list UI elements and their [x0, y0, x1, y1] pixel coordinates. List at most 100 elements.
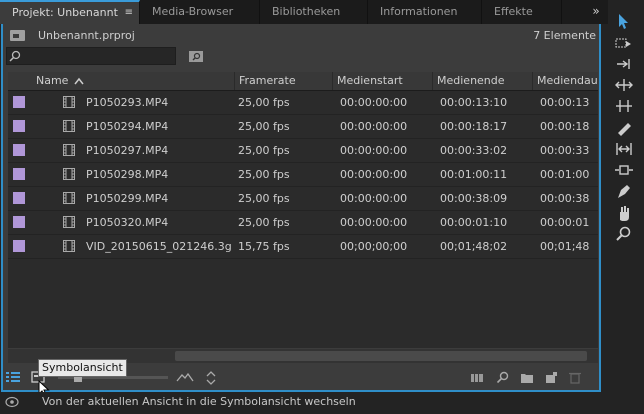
column-framerate-label: Framerate [239, 74, 296, 87]
column-header-media-start[interactable]: Medienstart [332, 72, 432, 90]
cell-name[interactable]: P1050297.MP4 [86, 139, 231, 162]
film-clip-icon [63, 120, 75, 132]
cell-name[interactable]: P1050298.MP4 [86, 163, 231, 186]
project-file-icon [10, 30, 25, 41]
tab-media-browser-label: Media-Browser [152, 5, 234, 18]
cell-media-end: 00:00:01:10 [440, 216, 508, 229]
cell-name[interactable]: P1050299.MP4 [86, 187, 231, 210]
tab-overflow-icon[interactable]: » [586, 0, 606, 24]
cell-framerate: 25,00 fps [238, 96, 290, 109]
cell-name[interactable]: P1050320.MP4 [86, 211, 231, 234]
tab-media-browser[interactable]: Media-Browser [140, 0, 260, 24]
cell-media-end: 00:00:13:10 [440, 96, 508, 109]
film-clip-icon [63, 96, 75, 108]
tooltip: Symbolansicht [38, 359, 127, 377]
cell-media-duration: 00:01:00 [540, 168, 590, 181]
zoom-large-icon[interactable] [176, 372, 194, 382]
tab-project[interactable]: Projekt: Unbenannt ≡ [0, 0, 140, 24]
new-search-bin-icon[interactable] [188, 49, 204, 63]
tab-info[interactable]: Informationen [368, 0, 482, 24]
cell-media-duration: 00:00:13 [540, 96, 590, 109]
column-header-media-duration[interactable]: Mediendauer [532, 72, 598, 90]
cell-media-duration: 00:00:33 [540, 144, 590, 157]
label-color-swatch[interactable] [13, 120, 25, 132]
status-info-icon [5, 396, 19, 408]
cell-framerate: 25,00 fps [238, 192, 290, 205]
cell-name[interactable]: VID_20150615_021246.3gp [86, 235, 231, 258]
label-color-swatch[interactable] [13, 96, 25, 108]
tab-info-label: Informationen [380, 5, 458, 18]
film-clip-icon [63, 168, 75, 180]
trash-icon[interactable] [568, 371, 582, 384]
project-file-name: Unbenannt.prproj [38, 29, 135, 42]
rate-stretch-tool-icon[interactable] [614, 97, 634, 115]
column-media-end-label: Medienende [437, 74, 505, 87]
scrollbar-thumb[interactable] [175, 351, 587, 361]
cell-media-start: 00:00:00:00 [340, 96, 408, 109]
column-media-start-label: Medienstart [337, 74, 403, 87]
cell-name[interactable]: P1050294.MP4 [86, 115, 231, 138]
tab-project-label: Projekt: Unbenannt [12, 6, 118, 19]
track-select-tool-icon[interactable] [614, 33, 634, 51]
cell-media-end: 00:00:38:09 [440, 192, 508, 205]
film-clip-icon [63, 240, 75, 252]
column-header-name[interactable]: Name [32, 72, 234, 90]
tab-libraries-label: Bibliotheken [272, 5, 341, 18]
cell-media-start: 00;00;00;00 [340, 240, 408, 253]
label-color-swatch[interactable] [13, 168, 25, 180]
cell-media-duration: 00;01;48 [540, 240, 590, 253]
tab-effects[interactable]: Effekte [482, 0, 562, 24]
table-row[interactable]: P1050299.MP4 25,00 fps 00:00:00:00 00:00:38… [8, 187, 598, 211]
table-row[interactable]: P1050294.MP4 25,00 fps 00:00:00:00 00:00:18… [8, 115, 598, 139]
film-clip-icon [63, 216, 75, 228]
tab-effects-label: Effekte [494, 5, 533, 18]
cell-media-start: 00:00:00:00 [340, 192, 408, 205]
new-bin-icon[interactable] [520, 371, 534, 384]
razor-tool-icon[interactable] [614, 119, 634, 137]
label-color-swatch[interactable] [13, 192, 25, 204]
pen-tool-icon[interactable] [614, 182, 634, 200]
film-clip-icon [63, 144, 75, 156]
zoom-tool-icon[interactable] [614, 225, 634, 243]
new-item-icon[interactable] [544, 371, 558, 384]
ripple-edit-tool-icon[interactable] [614, 55, 634, 73]
tab-libraries[interactable]: Bibliotheken [260, 0, 368, 24]
cell-media-duration: 00:00:18 [540, 120, 590, 133]
cell-name[interactable]: P1050293.MP4 [86, 91, 231, 114]
cell-media-duration: 00:00:38 [540, 192, 590, 205]
film-clip-icon [63, 192, 75, 204]
hand-tool-icon[interactable] [614, 204, 634, 222]
search-icon [9, 50, 21, 62]
cell-framerate: 25,00 fps [238, 168, 290, 181]
cell-media-end: 00:01:00:11 [440, 168, 508, 181]
slip-tool-icon[interactable] [614, 140, 634, 158]
sort-icons-icon[interactable] [206, 371, 216, 385]
selection-tool-icon[interactable] [614, 12, 634, 30]
cell-framerate: 25,00 fps [238, 120, 290, 133]
table-row[interactable]: P1050293.MP4 25,00 fps 00:00:00:00 00:00:13… [8, 91, 598, 115]
column-header-media-end[interactable]: Medienende [432, 72, 532, 90]
label-color-swatch[interactable] [13, 216, 25, 228]
panel-menu-icon[interactable]: ≡ [125, 2, 133, 23]
find-icon[interactable] [496, 371, 510, 384]
table-row[interactable]: P1050320.MP4 25,00 fps 00:00:00:00 00:00:01… [8, 211, 598, 235]
rolling-edit-tool-icon[interactable] [614, 76, 634, 94]
slide-tool-icon[interactable] [614, 161, 634, 179]
column-header-framerate[interactable]: Framerate [234, 72, 332, 90]
label-color-swatch[interactable] [13, 240, 25, 252]
cell-framerate: 15,75 fps [238, 240, 290, 253]
cell-framerate: 25,00 fps [238, 216, 290, 229]
table-row[interactable]: P1050298.MP4 25,00 fps 00:00:00:00 00:01:00… [8, 163, 598, 187]
list-view-icon[interactable] [5, 370, 21, 384]
column-name-label: Name [36, 74, 69, 87]
panel-tab-bar: Projekt: Unbenannt ≡ Media-Browser Bibli… [0, 0, 608, 24]
automate-to-sequence-icon[interactable] [470, 371, 484, 384]
table-row[interactable]: P1050297.MP4 25,00 fps 00:00:00:00 00:00:33… [8, 139, 598, 163]
label-color-swatch[interactable] [13, 144, 25, 156]
cell-media-end: 00:00:18:17 [440, 120, 508, 133]
item-count: 7 Elemente [533, 29, 596, 42]
search-input[interactable] [6, 47, 176, 65]
cell-media-end: 00;01;48;02 [440, 240, 508, 253]
table-row[interactable]: VID_20150615_021246.3gp 15,75 fps 00;00;00… [8, 235, 598, 259]
cell-media-start: 00:00:00:00 [340, 168, 408, 181]
